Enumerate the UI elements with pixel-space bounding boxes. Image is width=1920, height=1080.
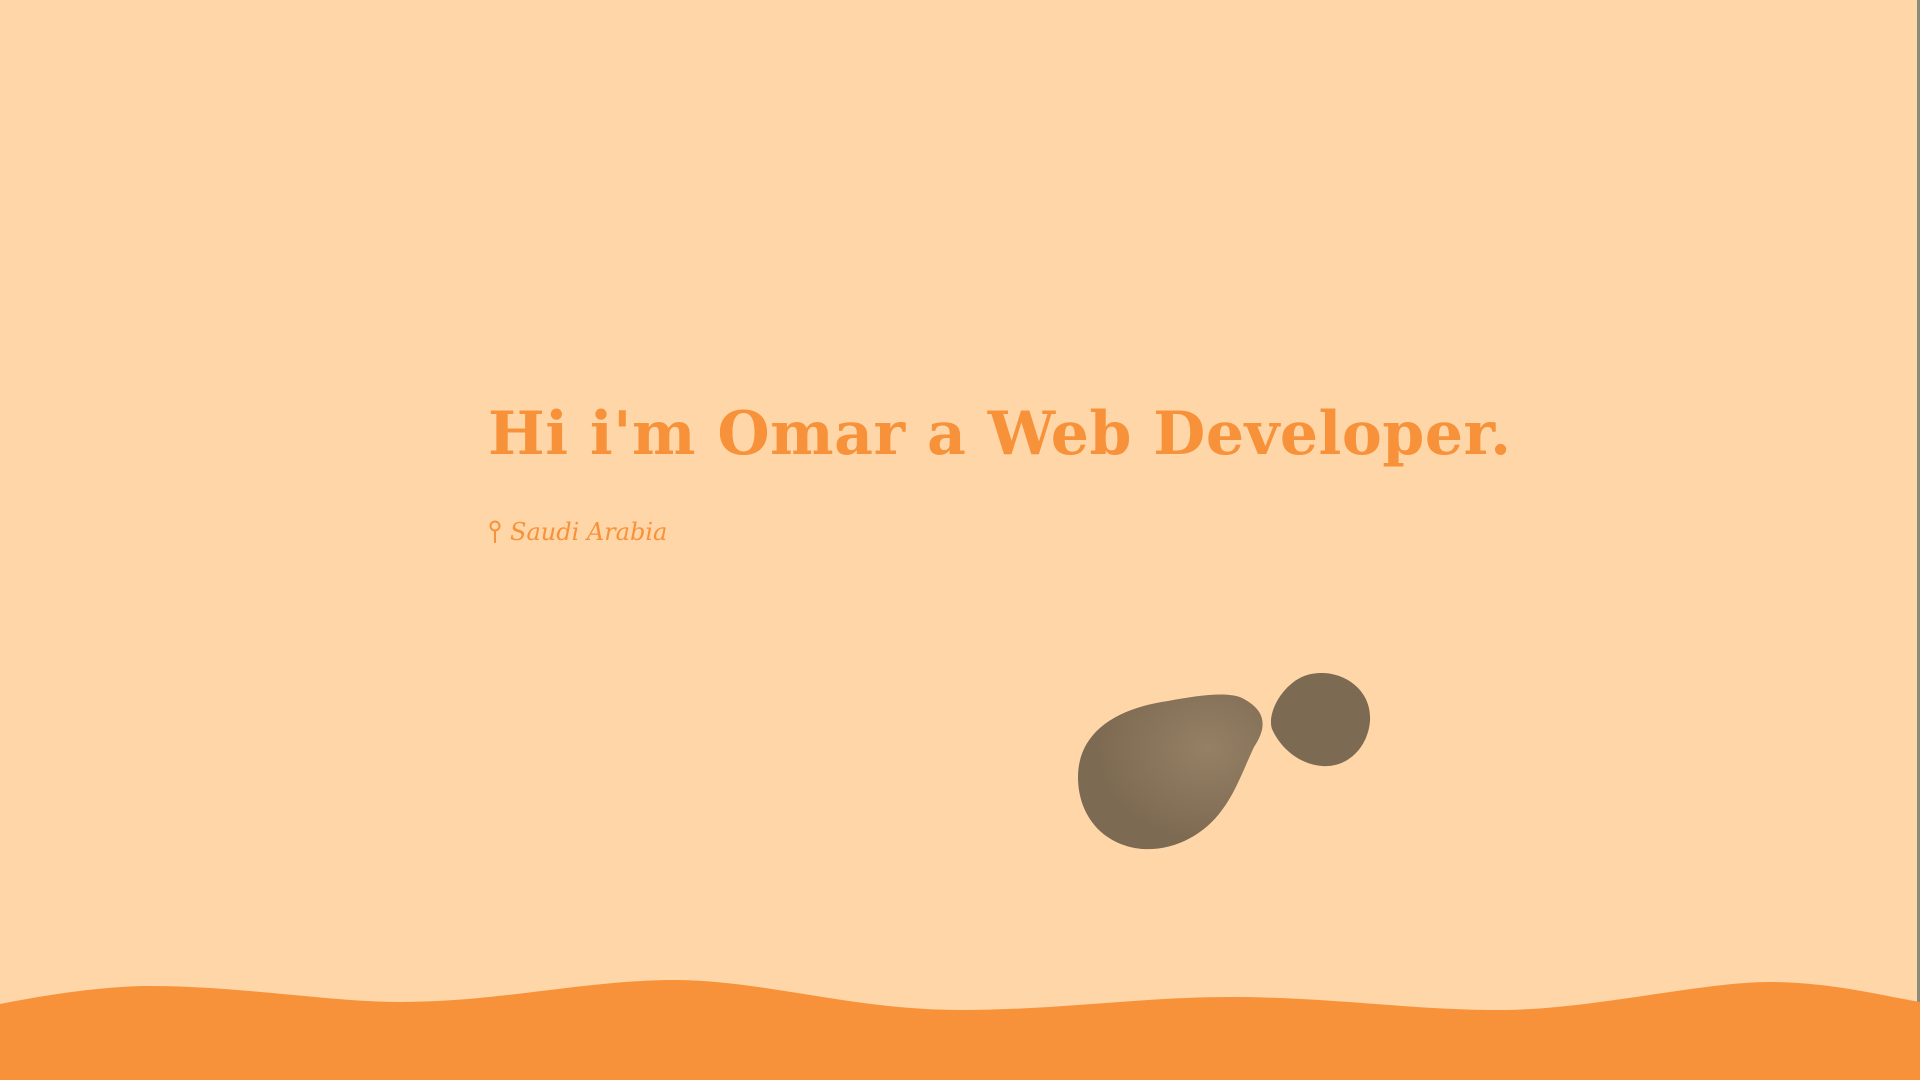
hero-section: Hi i'm Omar a Web Developer. Saudi Arabi… bbox=[488, 398, 1511, 546]
decorative-wave bbox=[0, 979, 1920, 1080]
map-pin-icon bbox=[489, 520, 501, 543]
large-blob bbox=[1078, 694, 1263, 850]
small-blob bbox=[1270, 673, 1371, 767]
decorative-blobs bbox=[1078, 673, 1371, 850]
hero-title: Hi i'm Omar a Web Developer. bbox=[488, 399, 1512, 469]
location: Saudi Arabia bbox=[488, 518, 1511, 546]
location-text: Saudi Arabia bbox=[510, 518, 668, 546]
